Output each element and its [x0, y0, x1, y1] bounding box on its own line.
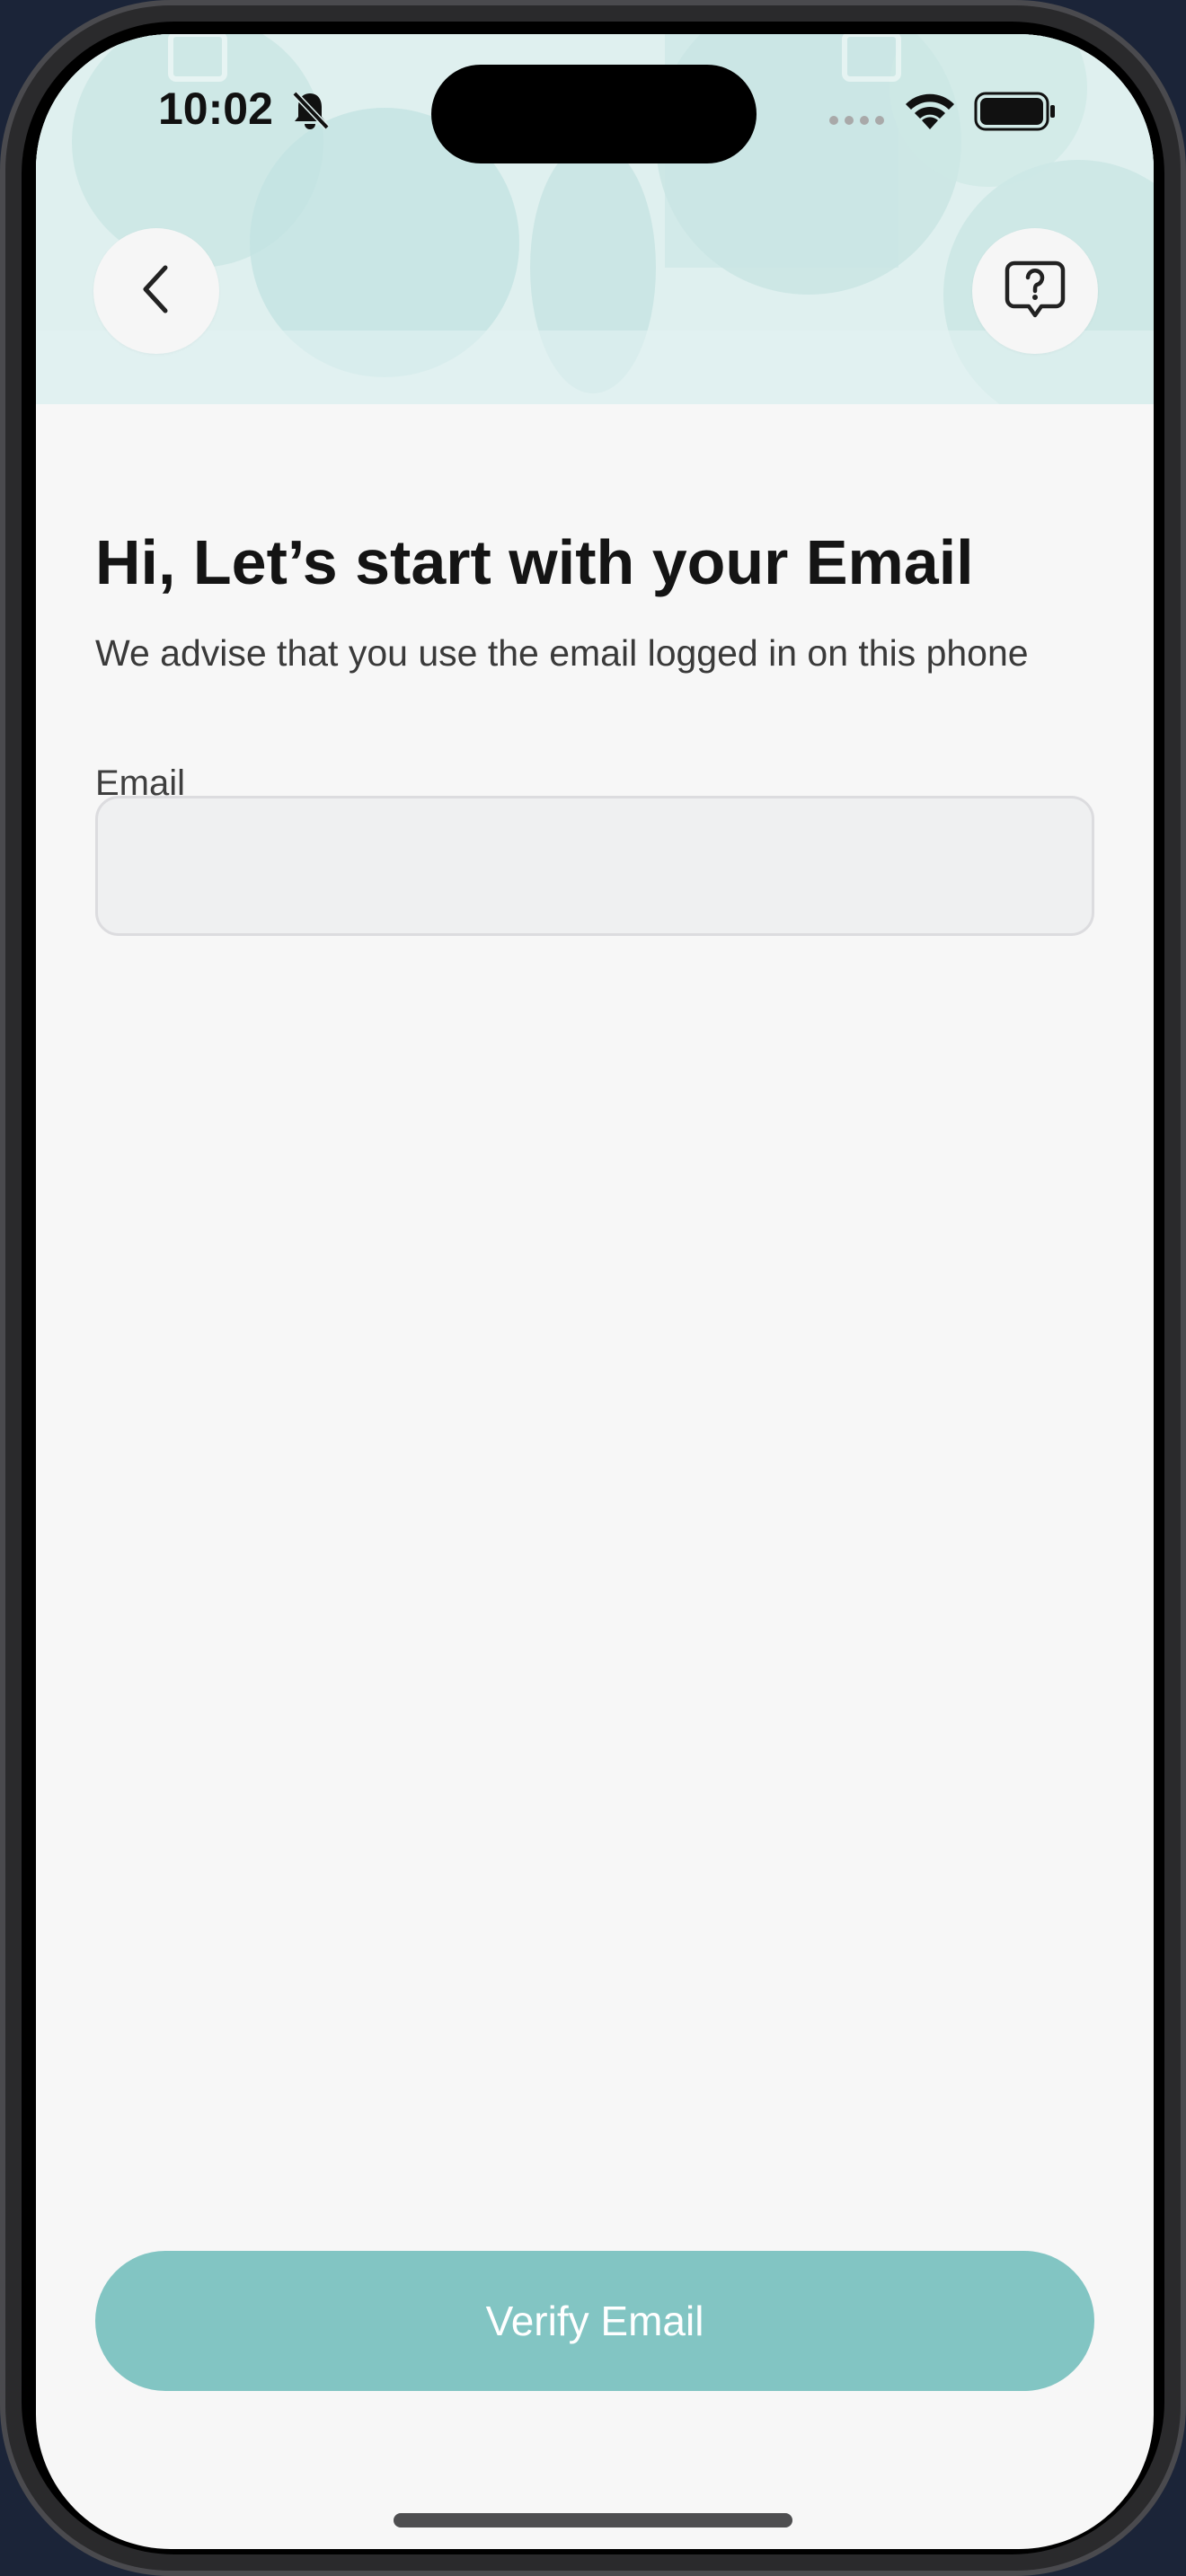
email-input[interactable]	[95, 796, 1094, 936]
verify-email-button[interactable]: Verify Email	[95, 2251, 1094, 2391]
home-indicator[interactable]	[394, 2513, 792, 2527]
wifi-icon	[902, 88, 958, 135]
chevron-left-icon	[138, 262, 174, 320]
bell-slash-icon	[289, 90, 331, 135]
dynamic-island	[431, 65, 757, 163]
page-title: Hi, Let’s start with your Email	[95, 527, 974, 597]
status-bar: 10:02	[36, 34, 1154, 163]
signal-icon	[828, 113, 888, 130]
question-bubble-icon	[1004, 258, 1067, 324]
battery-icon	[974, 92, 1057, 135]
page-subtitle: We advise that you use the email logged …	[95, 632, 1029, 674]
app-screen: 10:02 Hi, Let’s start with your Email We…	[36, 34, 1154, 2549]
status-time: 10:02	[158, 84, 273, 134]
help-button[interactable]	[972, 228, 1098, 354]
back-button[interactable]	[93, 228, 219, 354]
verify-email-label: Verify Email	[485, 2298, 704, 2344]
